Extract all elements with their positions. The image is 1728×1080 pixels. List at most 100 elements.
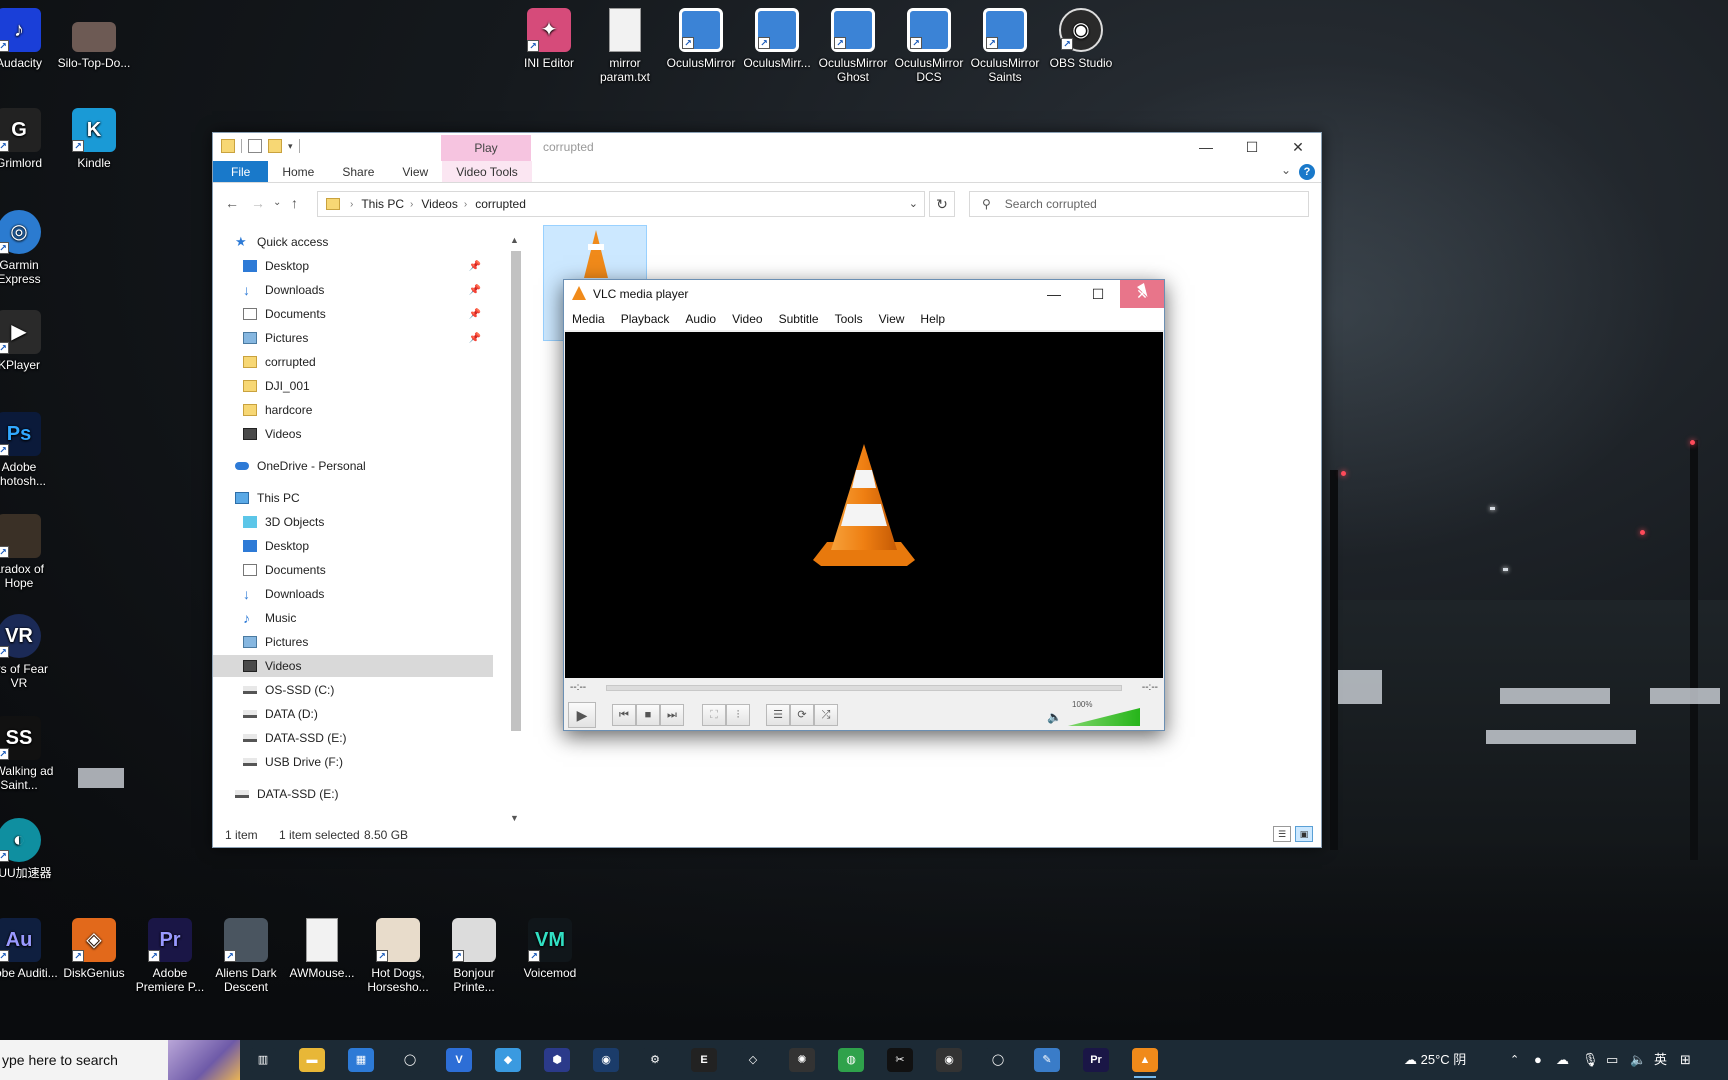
playlist-button[interactable]: ☰ [766, 704, 790, 726]
show-hidden-icons-button[interactable]: ⌃ [1510, 1040, 1519, 1080]
desktop-icon-walking-dead[interactable]: SS↗e Walking ad Saint... [0, 716, 58, 792]
desktop-icon-oculusmirror-saints[interactable]: ↗ OculusMirror Saints [966, 8, 1044, 84]
settings-icon[interactable]: ⚙ [642, 1048, 668, 1072]
volume-icon[interactable]: 🔈 [1630, 1040, 1646, 1080]
vlc-window[interactable]: VLC media player — ☐ ✕ Media Playback Au… [563, 279, 1165, 731]
desktop-icon-silo[interactable]: Silo-Top-Do... [55, 22, 133, 70]
back-arrow-icon[interactable]: ← [225, 195, 239, 211]
nav-pane-scrollbar[interactable]: ▲ ▼ [509, 233, 523, 823]
next-button[interactable]: ⏭ [660, 704, 684, 726]
refresh-button[interactable]: ↻ [929, 191, 955, 217]
desktop-icon-aliens[interactable]: ↗ Aliens Dark Descent [207, 918, 285, 994]
large-icons-view-button[interactable]: ▣ [1295, 826, 1313, 842]
tab-video-tools[interactable]: Video Tools [442, 161, 532, 182]
customize-qat-icon[interactable]: ▾ [288, 141, 293, 152]
obs-icon[interactable]: ◉ [936, 1048, 962, 1072]
nav-desktop[interactable]: Desktop [243, 535, 493, 557]
vlc-titlebar[interactable]: VLC media player — ☐ ✕ [564, 280, 1164, 308]
nav-quick-dji[interactable]: DJI_001 [243, 375, 493, 397]
steam-icon[interactable]: ◉ [593, 1048, 619, 1072]
desktop-icon-photoshop[interactable]: Ps↗Adobe Photosh... [0, 412, 58, 488]
breadcrumb-this-pc[interactable]: This PC [361, 197, 404, 211]
snipping-tool-icon[interactable]: ✎ [1034, 1048, 1060, 1072]
ime-indicator[interactable]: 英 [1654, 1040, 1667, 1080]
menu-playback[interactable]: Playback [613, 308, 678, 330]
epic-games-icon[interactable]: E [691, 1048, 717, 1072]
nav-quick-downloads[interactable]: ↓ Downloads 📌 [243, 279, 493, 301]
up-arrow-icon[interactable]: ↑ [291, 195, 298, 211]
video-area[interactable] [565, 332, 1163, 678]
maximize-button[interactable]: ☐ [1229, 133, 1275, 161]
seek-track[interactable] [606, 685, 1122, 691]
previous-button[interactable]: ⏮ [612, 704, 636, 726]
address-bar[interactable]: › This PC › Videos › corrupted ⌄ [317, 191, 925, 217]
desktop-icon-awmouse[interactable]: AWMouse... [283, 918, 361, 980]
app-icon[interactable]: ◆ [495, 1048, 521, 1072]
network-icon[interactable]: ▭ [1606, 1040, 1618, 1080]
nav-drive-e[interactable]: DATA-SSD (E:) [243, 727, 493, 749]
explorer-titlebar[interactable]: ▾ Play corrupted — ☐ ✕ [213, 133, 1321, 161]
nav-documents[interactable]: Documents [243, 559, 493, 581]
nav-drive-f[interactable]: USB Drive (F:) [243, 751, 493, 773]
ime-mode-icon[interactable]: ⊞ [1680, 1040, 1691, 1080]
desktop-icon-oculusmirror-ghost[interactable]: ↗ OculusMirror Ghost [814, 8, 892, 84]
desktop-icon-bonjour[interactable]: ↗ Bonjour Printe... [435, 918, 513, 994]
nav-videos[interactable]: Videos [213, 655, 493, 677]
desktop-icon-grimlord[interactable]: G ↗ Grimlord [0, 108, 58, 170]
shield-app-icon[interactable]: ⬢ [544, 1048, 570, 1072]
details-view-button[interactable]: ☰ [1273, 826, 1291, 842]
nav-drive-d[interactable]: DATA (D:) [243, 703, 493, 725]
stop-button[interactable]: ■ [636, 704, 660, 726]
new-folder-icon[interactable] [268, 139, 282, 153]
vlc-minimize-button[interactable]: — [1032, 280, 1076, 308]
desktop-icon-premiere[interactable]: Pr ↗ Adobe Premiere P... [131, 918, 209, 994]
menu-media[interactable]: Media [564, 308, 613, 330]
scrollbar-thumb[interactable] [511, 251, 521, 731]
steam-tray-icon[interactable]: ● [1534, 1040, 1542, 1080]
nav-3d-objects[interactable]: 3D Objects [243, 511, 493, 533]
tab-file[interactable]: File [213, 161, 269, 182]
volume-slider[interactable]: 100% [1068, 700, 1144, 728]
desktop-icon-kplayer[interactable]: ▶ ↗ KPlayer [0, 310, 58, 372]
tab-share[interactable]: Share [328, 161, 388, 182]
microphone-icon[interactable]: 🎙 [1582, 1040, 1599, 1080]
weather-widget[interactable]: ☁ 25°C 阴 [1404, 1040, 1466, 1080]
desktop-icon-obs[interactable]: ◉ ↗ OBS Studio [1042, 8, 1120, 70]
oculus-icon[interactable]: ◯ [985, 1048, 1011, 1072]
speaker-icon[interactable]: 🔈 [1047, 710, 1062, 724]
menu-view[interactable]: View [871, 308, 913, 330]
desktop-icon-mirror-param[interactable]: mirror param.txt [586, 8, 664, 84]
task-view-icon[interactable]: ▥ [250, 1048, 276, 1072]
desktop-icon-diskgenius[interactable]: ◈ ↗ DiskGenius [55, 918, 133, 980]
help-icon[interactable]: ? [1299, 164, 1315, 180]
loop-button[interactable]: ⟳ [790, 704, 814, 726]
nav-data-ssd[interactable]: DATA-SSD (E:) [235, 783, 493, 805]
shuffle-button[interactable]: ⤮ [814, 704, 838, 726]
tab-home[interactable]: Home [268, 161, 328, 182]
nav-quick-pictures[interactable]: Pictures 📌 [243, 327, 493, 349]
nav-quick-access[interactable]: ★ Quick access [235, 231, 493, 253]
nav-drive-c[interactable]: OS-SSD (C:) [243, 679, 493, 701]
desktop-icon-hot-dogs[interactable]: ↗ Hot Dogs, Horsesho... [359, 918, 437, 994]
chrome-icon[interactable]: ◍ [838, 1048, 864, 1072]
menu-video[interactable]: Video [724, 308, 770, 330]
premiere-icon[interactable]: Pr [1083, 1048, 1109, 1072]
nav-pictures[interactable]: Pictures [243, 631, 493, 653]
desktop-icon-oculusmirror-2[interactable]: ↗ OculusMirr... [738, 8, 816, 70]
taskbar-search-box[interactable]: ype here to search [0, 1040, 240, 1080]
nav-quick-desktop[interactable]: Desktop 📌 [243, 255, 493, 277]
davinci-icon[interactable]: ✺ [789, 1048, 815, 1072]
close-button[interactable]: ✕ [1275, 133, 1321, 161]
menu-audio[interactable]: Audio [677, 308, 724, 330]
desktop-icon-garmin[interactable]: ◎ ↗ Garmin Express [0, 210, 58, 286]
fullscreen-button[interactable]: ⛶ [702, 704, 726, 726]
properties-icon[interactable] [248, 139, 262, 153]
desktop-icon-layers-of-fear[interactable]: VR↗ers of Fear VR [0, 614, 58, 690]
expand-ribbon-icon[interactable]: ⌄ [1281, 163, 1291, 177]
seek-bar[interactable]: --:-- --:-- [564, 680, 1164, 696]
tab-view[interactable]: View [388, 161, 442, 182]
breadcrumb-corrupted[interactable]: corrupted [475, 197, 526, 211]
nav-quick-corrupted[interactable]: corrupted [243, 351, 493, 373]
search-input[interactable]: ⚲ Search corrupted [969, 191, 1309, 217]
menu-subtitle[interactable]: Subtitle [771, 308, 827, 330]
